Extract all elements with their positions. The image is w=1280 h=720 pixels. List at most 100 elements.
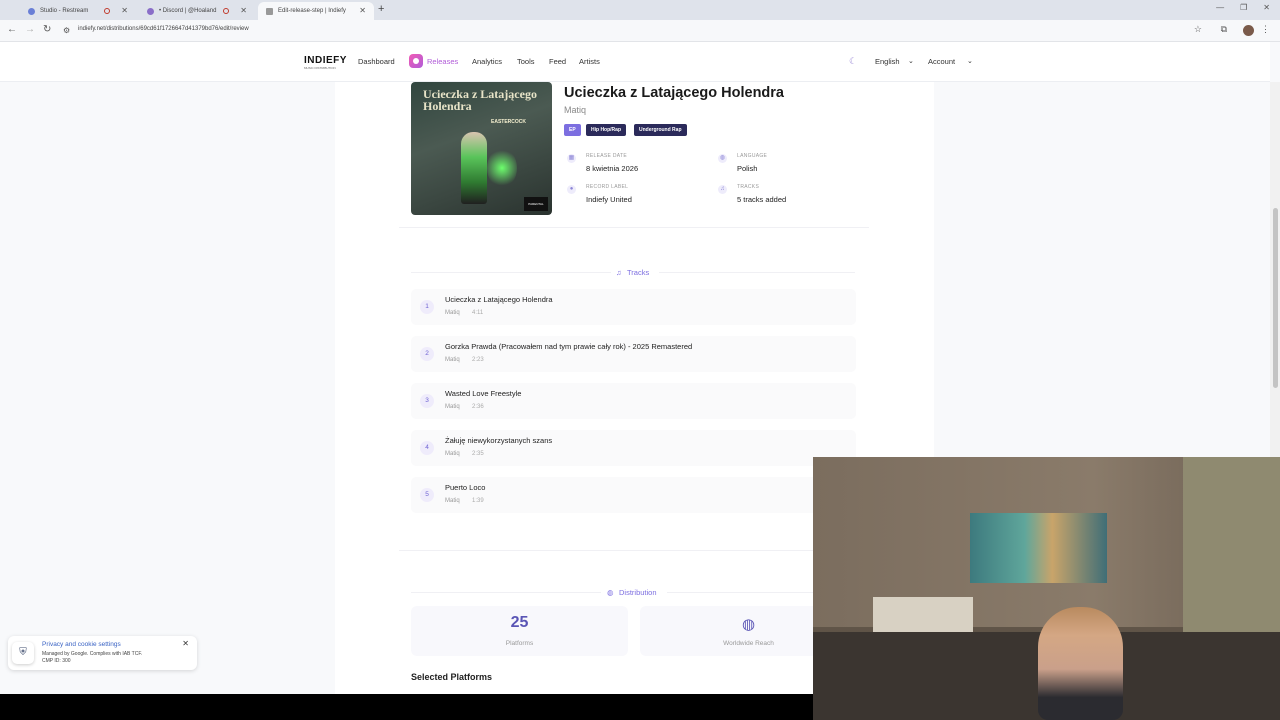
recording-icon xyxy=(104,8,110,14)
nav-tools[interactable]: Tools xyxy=(517,57,535,66)
divider xyxy=(659,272,855,273)
tab-discord[interactable]: • Discord | @Hoaland ✕ xyxy=(139,2,255,20)
indiefy-favicon-icon xyxy=(266,7,273,15)
track-duration: 4:11 xyxy=(472,310,484,316)
track-number: 3 xyxy=(420,394,434,408)
globe-icon: ◍ xyxy=(718,154,727,163)
nav-releases[interactable]: Releases xyxy=(427,57,458,66)
recording-icon xyxy=(223,8,229,14)
tab-label: • Discord | @Hoaland xyxy=(159,8,217,14)
track-row[interactable]: 5 Puerto Loco Matiq 1:39 xyxy=(411,477,856,513)
webcam-painting xyxy=(970,513,1107,583)
profile-avatar[interactable] xyxy=(1243,25,1254,36)
close-tab-icon[interactable]: ✕ xyxy=(359,6,366,15)
tab-restream[interactable]: Studio - Restream ✕ xyxy=(20,2,136,20)
top-navigation: INDIEFY MUSIC DISTRIBUTION Dashboard Rel… xyxy=(0,42,1270,82)
release-title: Ucieczka z Latającego Holendra xyxy=(564,85,784,101)
track-title: Ucieczka z Latającego Holendra xyxy=(445,295,553,304)
track-row[interactable]: 1 Ucieczka z Latającego Holendra Matiq 4… xyxy=(411,289,856,325)
language-selector[interactable]: English xyxy=(875,57,900,66)
tab-indiefy[interactable]: Edit-release-step | Indiefy ✕ xyxy=(258,2,374,20)
back-icon[interactable]: ← xyxy=(7,24,17,35)
track-duration: 2:23 xyxy=(472,357,484,363)
account-menu[interactable]: Account xyxy=(928,57,955,66)
language-value: Polish xyxy=(737,164,758,173)
record-label-icon: ● xyxy=(567,185,576,194)
close-tab-icon[interactable]: ✕ xyxy=(121,6,128,15)
nav-dashboard[interactable]: Dashboard xyxy=(358,57,395,66)
screen-bottom-bar xyxy=(0,694,813,720)
cover-glow xyxy=(487,148,517,188)
restream-favicon-icon xyxy=(28,7,35,15)
chevron-down-icon: ⌄ xyxy=(967,58,973,65)
track-title: Gorzka Prawda (Pracowałem nad tym prawie… xyxy=(445,342,693,351)
nav-artists[interactable]: Artists xyxy=(579,57,600,66)
browser-tab-bar: Studio - Restream ✕ • Discord | @Hoaland… xyxy=(0,0,1280,20)
tab-label: Studio - Restream xyxy=(40,8,89,14)
webcam-person xyxy=(1038,607,1123,720)
record-label-label: RECORD LABEL xyxy=(586,184,629,190)
browser-menu-icon[interactable]: ⋮ xyxy=(1261,24,1270,35)
bookmark-star-icon[interactable]: ☆ xyxy=(1194,24,1202,35)
divider xyxy=(399,227,869,228)
theme-toggle-moon-icon[interactable]: ☾ xyxy=(849,56,857,67)
track-row[interactable]: 3 Wasted Love Freestyle Matiq 2:36 xyxy=(411,383,856,419)
tracks-count-value: 5 tracks added xyxy=(737,195,787,204)
close-icon[interactable]: ✕ xyxy=(182,639,189,648)
new-tab-button[interactable]: + xyxy=(378,3,384,15)
platforms-stat-card: 25 Platforms xyxy=(411,606,628,656)
reload-icon[interactable]: ↻ xyxy=(43,24,51,35)
site-info-icon[interactable]: ⚙ xyxy=(63,26,70,35)
window-controls: — ❐ ✕ xyxy=(1216,3,1270,12)
forward-icon[interactable]: → xyxy=(25,24,35,35)
cookie-title[interactable]: Privacy and cookie settings xyxy=(42,641,121,648)
close-window-icon[interactable]: ✕ xyxy=(1263,3,1270,12)
restore-icon[interactable]: ❐ xyxy=(1240,3,1247,12)
nav-analytics[interactable]: Analytics xyxy=(472,57,502,66)
cover-figure xyxy=(461,132,487,204)
logo-subtitle: MUSIC DISTRIBUTION xyxy=(304,66,336,70)
chevron-down-icon: ⌄ xyxy=(908,58,914,65)
discord-favicon-icon xyxy=(147,7,154,15)
track-artist: Matiq xyxy=(445,404,460,410)
cookie-line-1: Managed by Google. Complies with IAB TCF… xyxy=(42,651,143,657)
track-number: 1 xyxy=(420,300,434,314)
track-title: Żałuję niewykorzystanych szans xyxy=(445,436,553,445)
cover-brand-text: EASTERCOCK xyxy=(491,119,527,125)
release-date-label: RELEASE DATE xyxy=(586,153,628,159)
cookie-line-2: CMP ID: 300 xyxy=(42,658,71,664)
divider xyxy=(411,592,601,593)
selected-platforms-heading: Selected Platforms xyxy=(411,672,493,682)
url-field[interactable]: indiefy.net/distributions/69cd61f1726647… xyxy=(78,26,249,32)
track-artist: Matiq xyxy=(445,451,460,457)
nav-feed[interactable]: Feed xyxy=(549,57,566,66)
shield-icon[interactable]: ⛨ xyxy=(12,642,34,664)
divider xyxy=(411,272,611,273)
scrollbar-thumb[interactable] xyxy=(1273,208,1278,388)
close-tab-icon[interactable]: ✕ xyxy=(240,6,247,15)
indiefy-logo[interactable]: INDIEFY xyxy=(304,55,347,66)
track-number: 4 xyxy=(420,441,434,455)
tab-label: Edit-release-step | Indiefy xyxy=(278,8,346,14)
parental-advisory-logo: PARENTAL ADVISORY xyxy=(524,197,548,211)
track-row[interactable]: 2 Gorzka Prawda (Pracowałem nad tym praw… xyxy=(411,336,856,372)
track-title: Puerto Loco xyxy=(445,483,486,492)
subgenre-badge: Underground Rap xyxy=(634,124,687,136)
track-artist: Matiq xyxy=(445,310,460,316)
track-duration: 2:36 xyxy=(472,404,484,410)
divider xyxy=(399,550,869,551)
release-date-value: 8 kwietnia 2026 xyxy=(586,164,639,173)
webcam-overlay xyxy=(813,457,1280,720)
track-row[interactable]: 4 Żałuję niewykorzystanych szans Matiq 2… xyxy=(411,430,856,466)
track-title: Wasted Love Freestyle xyxy=(445,389,522,398)
cookie-consent-banner[interactable]: ⛨ Privacy and cookie settings Managed by… xyxy=(8,636,197,670)
track-duration: 2:35 xyxy=(472,451,484,457)
tracks-label: TRACKS xyxy=(737,184,760,190)
extensions-icon[interactable]: ⧉ xyxy=(1221,24,1227,35)
minimize-icon[interactable]: — xyxy=(1216,3,1224,12)
record-label-value: Indiefy United xyxy=(586,195,632,204)
track-duration: 1:39 xyxy=(472,498,484,504)
track-number: 2 xyxy=(420,347,434,361)
track-number: 5 xyxy=(420,488,434,502)
release-cover-art: Ucieczka z Latającego Holendra EASTERCOC… xyxy=(411,82,552,215)
